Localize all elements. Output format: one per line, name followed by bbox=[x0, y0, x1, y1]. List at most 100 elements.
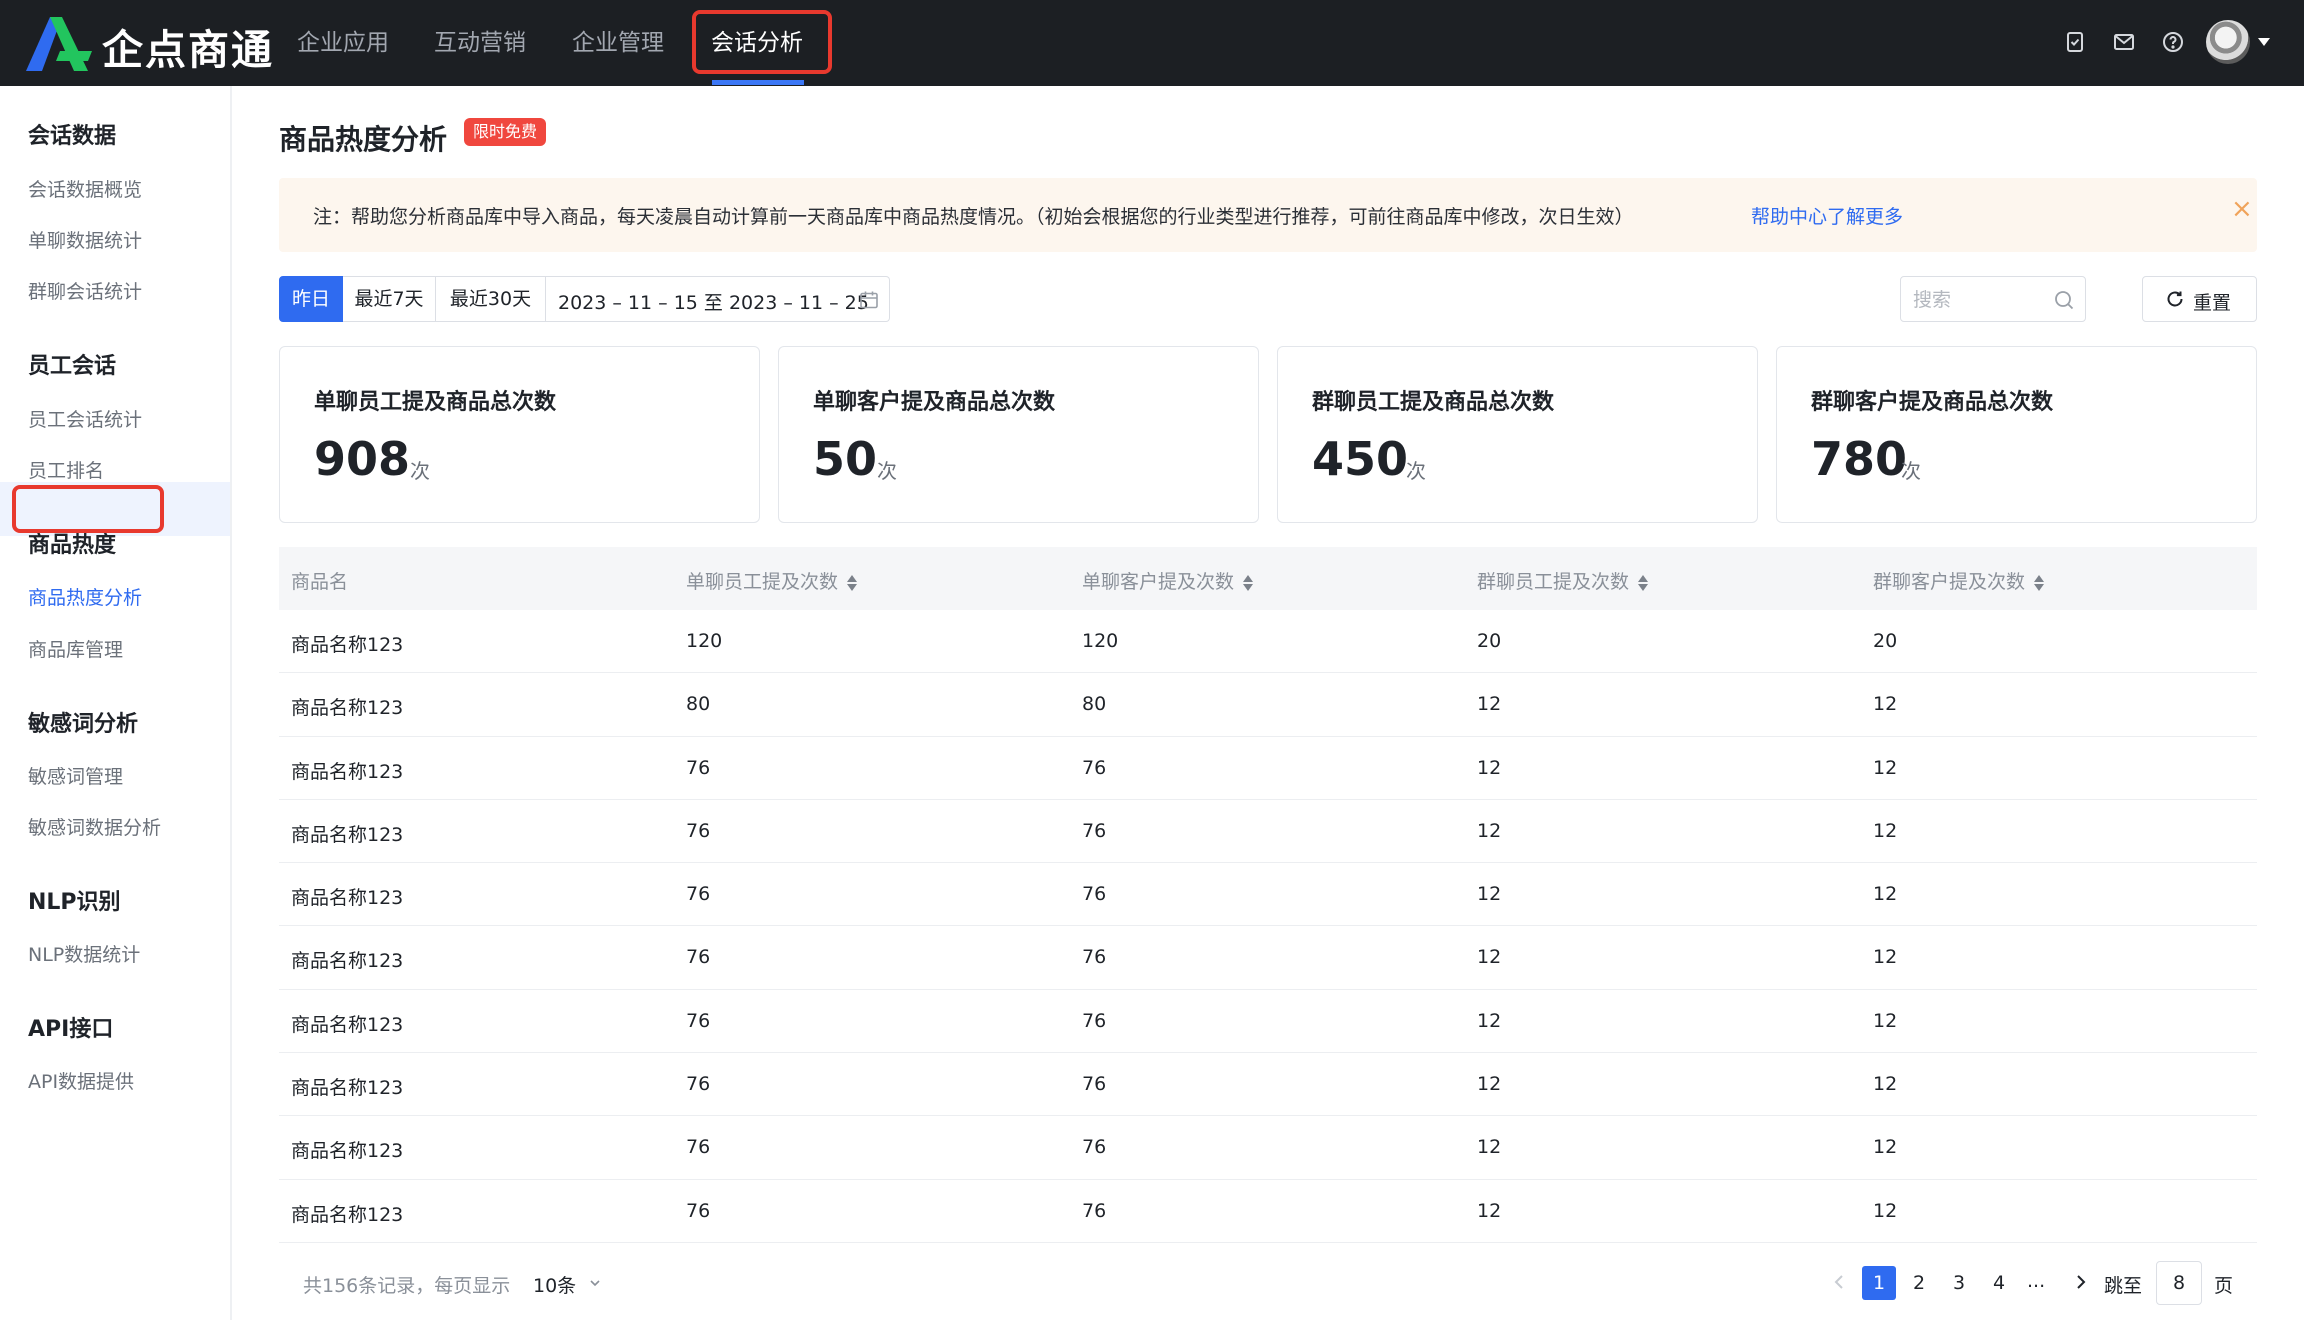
table-cell: 12 bbox=[1477, 819, 1502, 842]
table-cell: 12 bbox=[1477, 946, 1502, 969]
table-cell: 76 bbox=[1082, 1199, 1107, 1222]
table-cell: 76 bbox=[686, 1199, 711, 1222]
search-input[interactable] bbox=[1913, 285, 2053, 315]
page-4-button[interactable]: 4 bbox=[1982, 1266, 2016, 1300]
sidebar-item-product-library[interactable]: 商品库管理 bbox=[28, 635, 123, 662]
help-icon[interactable] bbox=[2159, 28, 2187, 56]
table-row[interactable]: 商品名称123 76 76 12 12 bbox=[279, 990, 2257, 1054]
range-7-days-button[interactable]: 最近7天 bbox=[343, 276, 436, 322]
sidebar-group-nlp: NLP识别 bbox=[28, 890, 121, 915]
sidebar-item-sensitive-word-management[interactable]: 敏感词管理 bbox=[28, 762, 123, 789]
table-row[interactable]: 商品名称123 76 76 12 12 bbox=[279, 1053, 2257, 1117]
table-cell: 12 bbox=[1873, 946, 1898, 969]
table-row[interactable]: 商品名称123 76 76 12 12 bbox=[279, 863, 2257, 927]
page-title: 商品热度分析 bbox=[279, 123, 448, 156]
nav-active-indicator bbox=[712, 80, 804, 85]
close-icon[interactable]: × bbox=[2231, 196, 2253, 222]
brand-logo[interactable] bbox=[26, 14, 100, 72]
search-box bbox=[1900, 276, 2086, 322]
sidebar-item-group-chat-stats[interactable]: 群聊会话统计 bbox=[28, 277, 142, 304]
table-cell: 76 bbox=[686, 883, 711, 906]
sidebar-item-sensitive-word-analysis[interactable]: 敏感词数据分析 bbox=[28, 813, 161, 840]
top-navigation-bar: 企点商通 企业应用 互动营销 企业管理 会话分析 bbox=[0, 0, 2304, 86]
table-cell: 76 bbox=[1082, 946, 1107, 969]
sidebar-item-nlp-stats[interactable]: NLP数据统计 bbox=[28, 940, 140, 967]
sort-icon bbox=[1243, 574, 1254, 591]
mail-icon[interactable] bbox=[2110, 28, 2138, 56]
checklist-icon[interactable] bbox=[2061, 28, 2089, 56]
table-cell: 76 bbox=[1082, 1009, 1107, 1032]
table-cell: 76 bbox=[1082, 883, 1107, 906]
table-cell: 76 bbox=[1082, 1136, 1107, 1159]
column-header-group-customer[interactable]: 群聊客户提及次数 bbox=[1873, 567, 2045, 594]
help-center-link[interactable]: 帮助中心了解更多 bbox=[1751, 202, 1903, 229]
product-heat-table: 商品名 单聊员工提及次数 单聊客户提及次数 群聊员工提及次数 群聊客户提及次数 … bbox=[279, 547, 2257, 1243]
table-cell: 商品名称123 bbox=[291, 887, 404, 910]
date-range-picker[interactable]: 2023 – 11 – 15 至 2023 – 11 – 25 bbox=[546, 276, 890, 322]
page-size-select[interactable]: 10条 bbox=[533, 1271, 576, 1298]
sidebar-group-api: API接口 bbox=[28, 1017, 114, 1042]
range-30-days-button[interactable]: 最近30天 bbox=[436, 276, 546, 322]
table-cell: 12 bbox=[1873, 756, 1898, 779]
sidebar-group-employee-conversation: 员工会话 bbox=[28, 354, 117, 379]
sidebar-item-conversation-overview[interactable]: 会话数据概览 bbox=[28, 175, 142, 202]
table-row[interactable]: 商品名称123 76 76 12 12 bbox=[279, 737, 2257, 800]
stat-value: 780 bbox=[1811, 432, 1908, 486]
table-body: 商品名称123 120 120 20 20 商品名称123 80 80 12 12 商品名称123 7… bbox=[279, 610, 2257, 1243]
table-cell: 12 bbox=[1873, 1136, 1898, 1159]
search-icon[interactable] bbox=[2053, 289, 2075, 311]
record-summary: 共156条记录，每页显示 bbox=[303, 1275, 511, 1297]
table-cell: 76 bbox=[1082, 756, 1107, 779]
stat-card-group-customer: 群聊客户提及商品总次数 780 次 bbox=[1776, 346, 2257, 523]
table-cell: 12 bbox=[1477, 1073, 1502, 1096]
brand-name: 企点商通 bbox=[102, 26, 274, 74]
stat-card-single-customer: 单聊客户提及商品总次数 50 次 bbox=[778, 346, 1259, 523]
stat-value: 908 bbox=[314, 432, 411, 486]
stat-unit: 次 bbox=[410, 459, 430, 483]
table-row[interactable]: 商品名称123 80 80 12 12 bbox=[279, 673, 2257, 737]
table-cell: 12 bbox=[1477, 756, 1502, 779]
sidebar-item-employee-ranking[interactable]: 员工排名 bbox=[28, 456, 104, 483]
table-row[interactable]: 商品名称123 76 76 12 12 bbox=[279, 926, 2257, 990]
table-cell: 12 bbox=[1873, 1009, 1898, 1032]
nav-enterprise-management[interactable]: 企业管理 bbox=[572, 26, 664, 60]
next-page-icon[interactable] bbox=[2070, 1268, 2092, 1296]
pagination-ellipsis[interactable]: ... bbox=[2027, 1270, 2045, 1292]
sidebar-item-api-data[interactable]: API数据提供 bbox=[28, 1067, 134, 1094]
brand-logo-icon bbox=[26, 17, 92, 71]
table-cell: 76 bbox=[686, 1136, 711, 1159]
sidebar-item-single-chat-stats[interactable]: 单聊数据统计 bbox=[28, 226, 142, 253]
table-cell: 商品名称123 bbox=[291, 634, 404, 656]
prev-page-icon[interactable] bbox=[1828, 1268, 1850, 1296]
sort-icon bbox=[1638, 574, 1649, 591]
reset-button[interactable]: 重置 bbox=[2142, 276, 2257, 322]
sidebar-item-employee-conversation-stats[interactable]: 员工会话统计 bbox=[28, 405, 142, 432]
table-row[interactable]: 商品名称123 76 76 12 12 bbox=[279, 1180, 2257, 1243]
jump-page-input[interactable] bbox=[2156, 1261, 2202, 1305]
table-cell: 80 bbox=[686, 693, 711, 716]
column-header-group-employee[interactable]: 群聊员工提及次数 bbox=[1477, 567, 1649, 594]
stat-title: 单聊客户提及商品总次数 bbox=[813, 390, 1056, 415]
sidebar-highlight-box bbox=[12, 485, 164, 533]
column-header-single-customer[interactable]: 单聊客户提及次数 bbox=[1082, 567, 1254, 594]
range-yesterday-button[interactable]: 昨日 bbox=[279, 276, 343, 322]
table-cell: 商品名称123 bbox=[291, 1140, 404, 1163]
table-cell: 商品名称123 bbox=[291, 697, 404, 720]
chevron-down-icon[interactable] bbox=[2258, 38, 2270, 46]
sort-icon bbox=[2034, 574, 2045, 591]
page-1-button[interactable]: 1 bbox=[1862, 1266, 1896, 1300]
table-row[interactable]: 商品名称123 76 76 12 12 bbox=[279, 1116, 2257, 1180]
column-header-single-employee[interactable]: 单聊员工提及次数 bbox=[686, 567, 858, 594]
stat-unit: 次 bbox=[877, 459, 897, 483]
table-row[interactable]: 商品名称123 120 120 20 20 bbox=[279, 610, 2257, 674]
page-2-button[interactable]: 2 bbox=[1902, 1266, 1936, 1300]
table-cell: 12 bbox=[1477, 1009, 1502, 1032]
notice-banner: 注：帮助您分析商品库中导入商品，每天凌晨自动计算前一天商品库中商品热度情况。（初… bbox=[279, 178, 2257, 252]
nav-enterprise-apps[interactable]: 企业应用 bbox=[297, 26, 389, 60]
sidebar-item-product-heat-analysis[interactable]: 商品热度分析 bbox=[28, 583, 142, 610]
nav-interactive-marketing[interactable]: 互动营销 bbox=[434, 26, 526, 60]
chevron-down-icon[interactable] bbox=[588, 1275, 602, 1289]
table-row[interactable]: 商品名称123 76 76 12 12 bbox=[279, 800, 2257, 864]
page-3-button[interactable]: 3 bbox=[1942, 1266, 1976, 1300]
user-avatar[interactable] bbox=[2206, 20, 2250, 64]
